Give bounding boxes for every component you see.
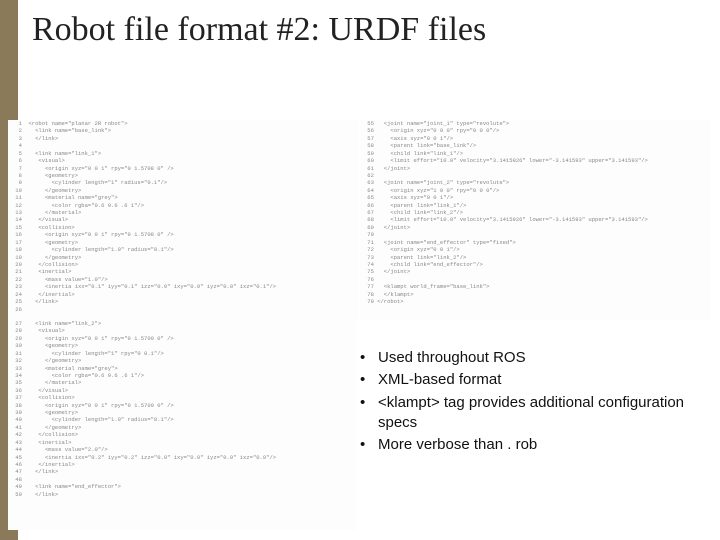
code-panels: 1 <robot name="planar 2R robot"> 2 <link… <box>8 120 710 320</box>
code-panel-right: 55 <joint name="joint_1" type="revolute"… <box>360 120 710 320</box>
list-item: <klampt> tag provides additional configu… <box>360 393 690 434</box>
code-panel-left-bottom: 27 <link name="link_2"> 28 <visual> 29 <… <box>8 320 356 530</box>
bullet-list-container: Used throughout ROS XML-based format <kl… <box>360 348 690 457</box>
bullet-list: Used throughout ROS XML-based format <kl… <box>360 348 690 455</box>
list-item: XML-based format <box>360 370 690 390</box>
slide-title: Robot file format #2: URDF files <box>32 10 486 50</box>
list-item: Used throughout ROS <box>360 348 690 368</box>
code-panel-left-top: 1 <robot name="planar 2R robot"> 2 <link… <box>8 120 358 320</box>
list-item: More verbose than . rob <box>360 435 690 455</box>
